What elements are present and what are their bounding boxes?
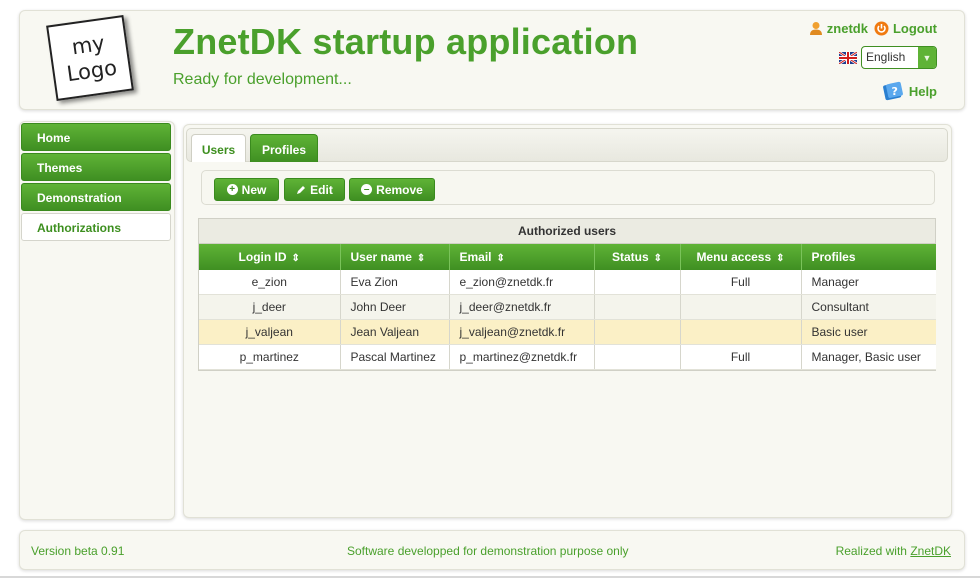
footer: Version beta 0.91 Software developped fo… [19,530,965,570]
grid-caption: Authorized users [199,219,935,244]
sidebar-item-authorizations[interactable]: Authorizations [21,213,171,241]
help-label: Help [908,83,937,99]
table-row[interactable]: p_martinez Pascal Martinez p_martinez@zn… [199,344,936,370]
column-label: Status [611,250,649,264]
cell-menu-access: Full [680,344,802,370]
cell-status [594,319,681,345]
znetdk-link[interactable]: ZnetDK [910,544,951,558]
logout-link[interactable]: Logout [874,21,937,36]
language-value: English [866,50,906,64]
column-label: Profiles [811,250,856,264]
realized-prefix: Realized with [835,544,907,558]
cell-email: e_zion@znetdk.fr [449,270,595,295]
cell-email: j_deer@znetdk.fr [449,294,595,320]
table-row[interactable]: j_deer John Deer j_deer@znetdk.fr Consul… [199,294,936,320]
column-header-profiles: Profiles [801,244,936,270]
header-panel: my Logo ZnetDK startup application Ready… [19,10,965,110]
table-header-row: Login ID ⇕ User name ⇕ Email ⇕ Status ⇕ Menu… [199,244,936,270]
realized-with: Realized with ZnetDK [836,544,951,558]
sidebar-item-home[interactable]: Home [21,123,171,151]
cell-name: Jean Valjean [340,319,450,345]
column-header-menu-access[interactable]: Menu access ⇕ [680,244,802,270]
table-row-selected[interactable]: j_valjean Jean Valjean j_valjean@znetdk.… [199,319,936,345]
main-content: Users Profiles + New Edit – Remove Autho… [183,124,952,518]
column-label: Email [459,250,492,264]
edit-button-label: Edit [310,182,333,197]
new-button[interactable]: + New [214,178,279,201]
sort-icon: ⇕ [776,253,785,264]
sidebar-item-themes[interactable]: Themes [21,153,171,181]
tab-bar: Users Profiles [186,128,948,162]
app-subtitle: Ready for development... [173,71,352,88]
logo-line-2: Logo [65,55,119,87]
cell-menu-access [680,294,802,320]
sort-icon: ⇕ [416,253,426,264]
cell-menu-access: Full [680,270,802,295]
cell-profiles: Manager [801,270,936,295]
column-header-login-id[interactable]: Login ID ⇕ [199,244,341,270]
uk-flag-icon [839,51,857,64]
user-bar: znetdk Logout [809,21,937,36]
cell-name: Pascal Martinez [340,344,450,370]
cell-name: John Deer [340,294,450,320]
table-row[interactable]: e_zion Eva Zion e_zion@znetdk.fr Full Ma… [199,270,936,295]
version-text: Version beta 0.91 [31,544,125,558]
column-header-user-name[interactable]: User name ⇕ [340,244,450,270]
remove-button[interactable]: – Remove [349,178,435,201]
app-title: ZnetDK startup application [173,21,639,62]
cell-login: j_valjean [199,319,341,345]
users-grid: Authorized users Login ID ⇕ User name ⇕ Em… [198,218,936,371]
cell-login: p_martinez [199,344,341,370]
power-icon [874,21,889,36]
sidebar-item-demonstration[interactable]: Demonstration [21,183,171,211]
sort-icon: ⇕ [653,253,663,264]
minus-circle-icon: – [361,184,373,195]
pencil-icon [297,185,306,194]
tab-users[interactable]: Users [191,134,246,162]
cell-menu-access [680,319,802,345]
cell-profiles: Consultant [801,294,936,320]
cell-login: e_zion [199,270,341,295]
sort-icon: ⇕ [496,253,505,264]
remove-button-label: Remove [376,182,423,197]
chevron-down-icon[interactable]: ▼ [918,47,936,68]
app-logo: my Logo [46,14,134,102]
plus-circle-icon: + [226,184,238,195]
cell-status [594,270,681,295]
svg-text:?: ? [891,85,897,98]
column-header-status[interactable]: Status ⇕ [594,244,681,270]
cell-profiles: Manager, Basic user [801,344,936,370]
sort-icon: ⇕ [291,253,300,264]
cell-profiles: Basic user [801,319,936,345]
cell-login: j_deer [199,294,341,320]
column-header-email[interactable]: Email ⇕ [449,244,595,270]
language-selector: English ▼ [839,46,937,69]
users-table: Login ID ⇕ User name ⇕ Email ⇕ Status ⇕ Menu… [199,244,936,370]
cell-email: p_martinez@znetdk.fr [449,344,595,370]
user-name: znetdk [826,21,868,36]
cell-email: j_valjean@znetdk.fr [449,319,595,345]
cell-status [594,344,681,370]
column-label: Menu access [696,250,772,264]
user-link[interactable]: znetdk [809,21,868,36]
language-dropdown[interactable]: English ▼ [861,46,937,69]
user-icon [809,22,822,35]
sidebar: Home Themes Demonstration Authorizations [19,121,175,520]
new-button-label: New [241,182,267,197]
logout-label: Logout [892,21,937,36]
footer-notice: Software developped for demonstration pu… [347,544,629,558]
help-book-icon: ? [882,81,903,101]
help-link[interactable]: ? Help [882,81,937,101]
action-toolbar: + New Edit – Remove [201,170,935,205]
edit-button[interactable]: Edit [284,178,345,201]
cell-name: Eva Zion [340,270,450,295]
column-label: Login ID [238,250,287,264]
tab-profiles[interactable]: Profiles [250,134,318,162]
cell-status [594,294,681,320]
column-label: User name [350,250,412,264]
